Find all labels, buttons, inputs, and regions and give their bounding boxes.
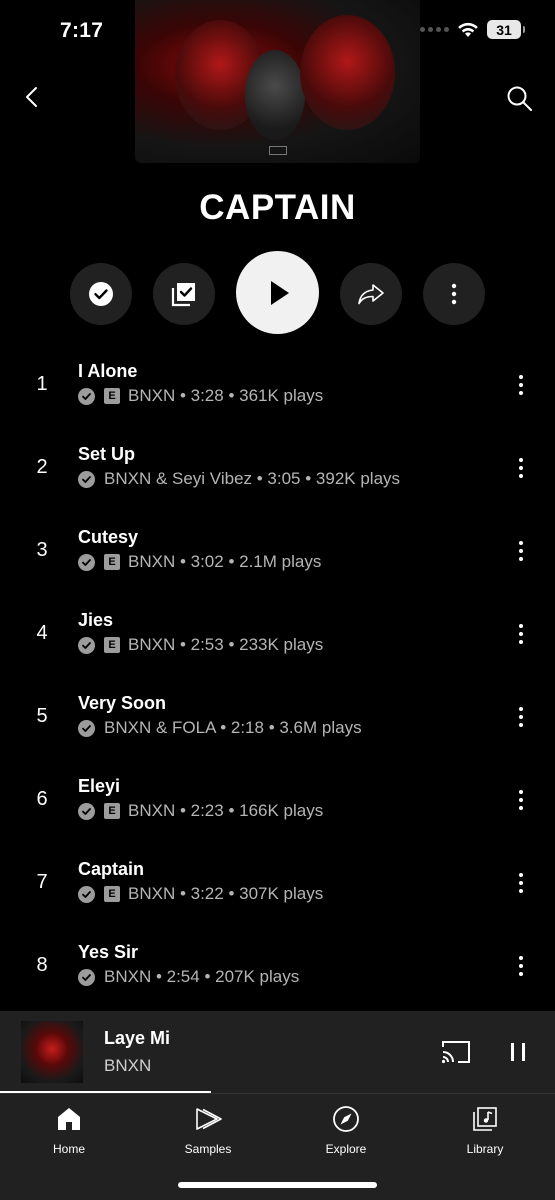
- track-meta-text: BNXN & FOLA • 2:18 • 3.6M plays: [104, 718, 362, 737]
- nav-home-label: Home: [52, 1142, 85, 1156]
- nav-samples[interactable]: Samples: [158, 1104, 258, 1156]
- track-row[interactable]: 7 Captain E BNXN • 3:22 • 307K plays: [0, 842, 555, 925]
- track-more-icon[interactable]: [511, 538, 531, 564]
- track-meta: E BNXN • 3:22 • 307K plays: [78, 884, 323, 904]
- track-meta: E BNXN • 3:28 • 361K plays: [78, 386, 323, 406]
- track-number: 5: [36, 705, 48, 727]
- track-more-icon[interactable]: [511, 953, 531, 979]
- track-more-icon[interactable]: [511, 372, 531, 398]
- share-icon: [358, 284, 384, 305]
- track-title: Jies: [78, 610, 114, 630]
- status-time: 7:17: [60, 19, 104, 42]
- track-number: 3: [36, 539, 48, 561]
- more-options-button[interactable]: [423, 263, 485, 325]
- home-indicator: [178, 1182, 377, 1188]
- track-row[interactable]: 6 Eleyi E BNXN • 2:23 • 166K plays: [0, 759, 555, 842]
- home-icon: [58, 1108, 80, 1130]
- track-meta-text: BNXN • 3:22 • 307K plays: [128, 884, 324, 903]
- track-number: 1: [36, 373, 48, 395]
- track-row[interactable]: 2 Set Up BNXN & Seyi Vibez • 3:05 • 392K p…: [0, 427, 555, 510]
- check-circle-icon: [89, 282, 113, 306]
- track-title: Set Up: [78, 444, 136, 464]
- status-indicators: 31: [420, 20, 525, 39]
- explicit-badge: E: [104, 637, 120, 653]
- downloaded-check-icon: [78, 387, 95, 405]
- back-icon[interactable]: [20, 84, 46, 110]
- track-row[interactable]: 1 I Alone E BNXN • 3:28 • 361K plays: [0, 344, 555, 427]
- samples-icon: [196, 1108, 222, 1130]
- explicit-badge: E: [104, 886, 120, 902]
- library-icon: [473, 1107, 497, 1131]
- search-icon[interactable]: [505, 84, 533, 112]
- track-number: 6: [36, 788, 48, 810]
- play-button[interactable]: [236, 251, 319, 334]
- nav-samples-label: Samples: [184, 1142, 232, 1156]
- share-button[interactable]: [340, 263, 402, 325]
- track-title: Yes Sir: [78, 942, 139, 962]
- signal-icon: [420, 27, 449, 32]
- downloaded-check-icon: [78, 636, 95, 654]
- explicit-badge: E: [104, 388, 120, 404]
- track-number: 4: [36, 622, 48, 644]
- track-meta-text: BNXN • 3:28 • 361K plays: [128, 386, 324, 405]
- saved-check-button[interactable]: [70, 263, 132, 325]
- track-meta: BNXN • 2:54 • 207K plays: [78, 967, 299, 987]
- now-playing-title: Laye Mi: [104, 1028, 171, 1048]
- track-more-icon[interactable]: [511, 787, 531, 813]
- track-row[interactable]: 8 Yes Sir BNXN • 2:54 • 207K plays: [0, 925, 555, 1008]
- track-row[interactable]: 3 Cutesy E BNXN • 3:02 • 2.1M plays: [0, 510, 555, 593]
- compass-icon: [333, 1106, 359, 1132]
- nav-library-label: Library: [466, 1142, 504, 1156]
- battery-indicator: 31: [487, 20, 525, 39]
- track-more-icon[interactable]: [511, 704, 531, 730]
- track-meta: E BNXN • 2:53 • 233K plays: [78, 635, 323, 655]
- track-meta: BNXN & Seyi Vibez • 3:05 • 392K plays: [78, 469, 400, 489]
- track-more-icon[interactable]: [511, 621, 531, 647]
- track-title: Eleyi: [78, 776, 121, 796]
- track-row[interactable]: 5 Very Soon BNXN & FOLA • 2:18 • 3.6M play…: [0, 676, 555, 759]
- track-meta-text: BNXN • 2:23 • 166K plays: [128, 801, 324, 820]
- wifi-icon: [458, 22, 478, 37]
- now-playing-art: [21, 1021, 83, 1083]
- track-meta: E BNXN • 3:02 • 2.1M plays: [78, 552, 321, 572]
- track-title: Cutesy: [78, 527, 139, 547]
- track-meta: E BNXN • 2:23 • 166K plays: [78, 801, 323, 821]
- downloaded-check-icon: [78, 553, 95, 571]
- save-to-library-button[interactable]: [153, 263, 215, 325]
- more-vertical-icon: [451, 283, 457, 305]
- track-number: 8: [36, 954, 48, 976]
- nav-explore[interactable]: Explore: [296, 1104, 396, 1156]
- nav-home[interactable]: Home: [19, 1104, 119, 1156]
- downloaded-check-icon: [78, 885, 95, 903]
- nav-explore-label: Explore: [325, 1142, 367, 1156]
- track-title: I Alone: [78, 361, 138, 381]
- track-more-icon[interactable]: [511, 870, 531, 896]
- explicit-badge: E: [104, 803, 120, 819]
- track-meta-text: BNXN & Seyi Vibez • 3:05 • 392K plays: [104, 469, 401, 488]
- track-number: 2: [36, 456, 48, 478]
- downloaded-check-icon: [78, 802, 95, 820]
- explicit-badge: E: [104, 554, 120, 570]
- album-cover-art: [135, 0, 420, 163]
- track-meta-text: BNXN • 2:53 • 233K plays: [128, 635, 324, 654]
- cast-icon[interactable]: [441, 1039, 471, 1065]
- downloaded-check-icon: [78, 470, 95, 488]
- downloaded-check-icon: [78, 968, 95, 986]
- pause-icon[interactable]: [506, 1040, 530, 1064]
- track-title: Very Soon: [78, 693, 167, 713]
- track-more-icon[interactable]: [511, 455, 531, 481]
- track-meta-text: BNXN • 2:54 • 207K plays: [104, 967, 300, 986]
- track-row[interactable]: 4 Jies E BNXN • 2:53 • 233K plays: [0, 593, 555, 676]
- downloaded-check-icon: [78, 719, 95, 737]
- mini-player[interactable]: Laye Mi BNXN: [0, 1011, 555, 1093]
- nav-library[interactable]: Library: [435, 1104, 535, 1156]
- now-playing-artist: BNXN: [104, 1056, 152, 1075]
- track-title: Captain: [78, 859, 145, 879]
- album-title: CAPTAIN: [199, 188, 356, 227]
- play-icon: [270, 280, 289, 305]
- track-meta-text: BNXN • 3:02 • 2.1M plays: [128, 552, 322, 571]
- track-meta: BNXN & FOLA • 2:18 • 3.6M plays: [78, 718, 362, 738]
- track-number: 7: [36, 871, 48, 893]
- library-check-icon: [171, 283, 195, 307]
